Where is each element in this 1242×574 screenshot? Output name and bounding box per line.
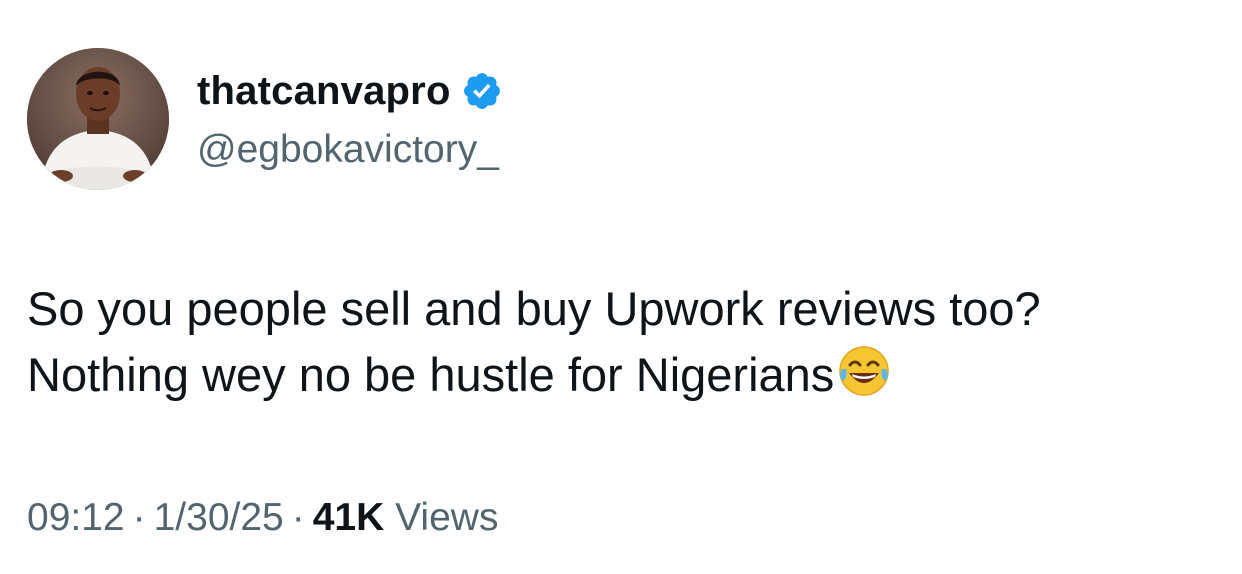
face-with-tears-of-joy-icon: [836, 343, 892, 399]
separator-dot: ·: [132, 496, 146, 539]
tweet-line-2-text: Nothing wey no be hustle for Nigerians: [27, 348, 835, 401]
tweet-text: So you people sell and buy Upwork review…: [27, 276, 1227, 408]
separator-dot: ·: [291, 496, 305, 539]
author-handle[interactable]: @egbokavictory_: [197, 128, 499, 172]
views-label: Views: [395, 496, 499, 539]
views-count[interactable]: 41K: [313, 496, 385, 539]
tweet-meta: 09:12 · 1/30/25 · 41K Views: [27, 496, 498, 540]
tweet-line-2: Nothing wey no be hustle for Nigerians: [27, 342, 1227, 408]
tweet-time[interactable]: 09:12: [27, 496, 125, 539]
display-name[interactable]: thatcanvapro: [197, 69, 451, 114]
tweet-line-1: So you people sell and buy Upwork review…: [27, 282, 1041, 335]
author-name-row: thatcanvapro: [197, 66, 503, 116]
verified-badge-icon[interactable]: [461, 70, 503, 112]
profile-photo-icon: [27, 48, 169, 190]
tweet-date[interactable]: 1/30/25: [154, 496, 284, 539]
avatar[interactable]: [27, 48, 169, 190]
